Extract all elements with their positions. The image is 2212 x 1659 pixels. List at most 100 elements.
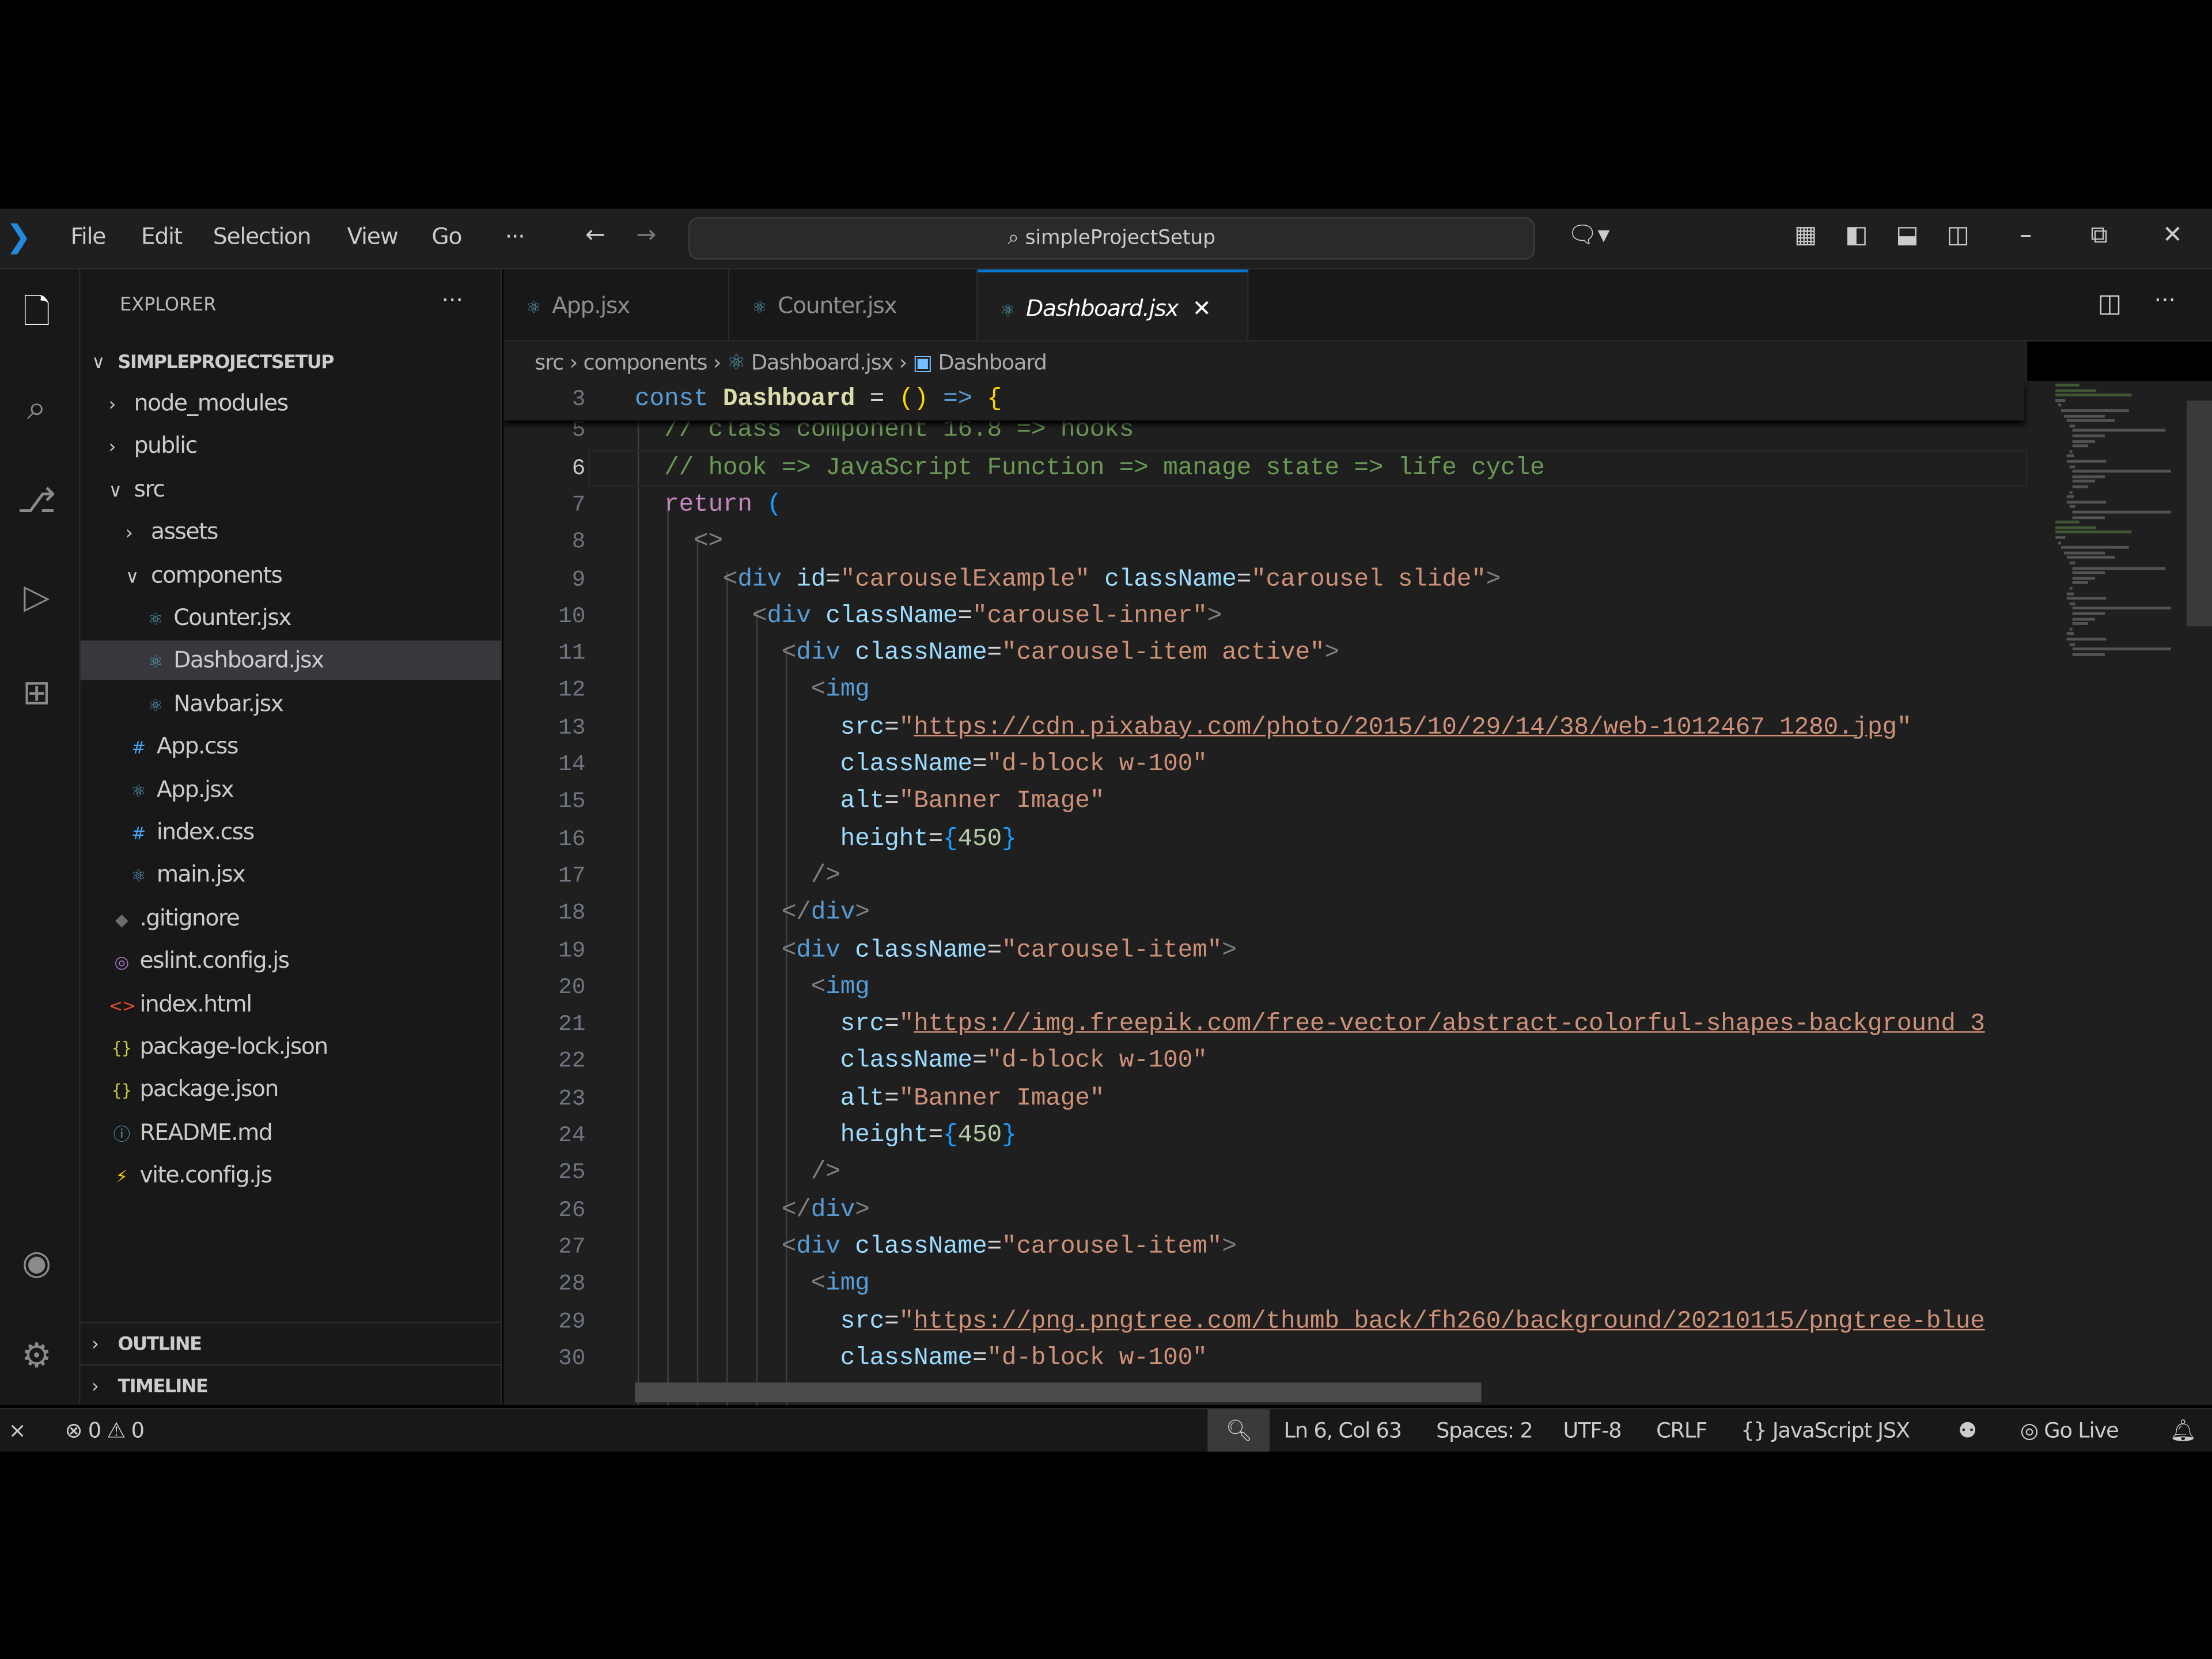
file-item[interactable]: ⚛ App.jsx	[81, 770, 501, 809]
forward-arrow-icon[interactable]: →	[632, 221, 660, 249]
explorer-icon[interactable]: 🗋	[12, 286, 62, 337]
menu-file[interactable]: File	[70, 223, 106, 250]
vertical-scrollbar[interactable]	[2186, 400, 2212, 627]
outline-section[interactable]: › OUTLINE	[80, 1321, 501, 1363]
file-item[interactable]: ⚡ vite.config.js	[81, 1156, 501, 1195]
split-editor-icon[interactable]: ◫	[2098, 289, 2122, 319]
account-icon[interactable]: ◉	[12, 1237, 62, 1288]
settings-gear-icon[interactable]: ⚙	[12, 1330, 62, 1381]
code-token: "carousel-inner"	[972, 602, 1207, 631]
minimap-line	[2072, 653, 2104, 656]
horizontal-scrollbar[interactable]	[635, 1382, 1482, 1403]
breadcrumb-item[interactable]: Dashboard	[938, 350, 1047, 375]
code-token: <	[810, 1270, 826, 1298]
breadcrumb: src › components › ⚛ Dashboard.jsx › ▣ D…	[503, 341, 2028, 381]
menu-more[interactable]: ···	[505, 223, 525, 250]
run-debug-icon[interactable]: ▷	[12, 571, 62, 622]
indentation[interactable]: Spaces: 2	[1436, 1410, 1533, 1452]
line-number: 22	[558, 1048, 586, 1074]
tab-dashboard-jsx[interactable]: ⚛ Dashboard.jsx ✕	[978, 269, 1249, 340]
folder-item[interactable]: › public	[81, 427, 501, 467]
file-item[interactable]: ⚛ Dashboard.jsx	[80, 641, 501, 681]
menu-go[interactable]: Go	[431, 223, 462, 250]
file-item[interactable]: ⚛ Navbar.jsx	[81, 684, 501, 724]
folder-item[interactable]: › node_modules	[81, 384, 501, 423]
toggle-secondary-sidebar-icon[interactable]: ◫	[1944, 221, 1972, 249]
file-item[interactable]: # index.css	[81, 813, 501, 853]
folder-item[interactable]: › assets	[81, 512, 501, 552]
file-item[interactable]: ◎ eslint.config.js	[81, 941, 501, 981]
minimap[interactable]	[2027, 381, 2187, 1405]
go-live-label: Go Live	[2044, 1418, 2119, 1444]
search-text: simpleProjectSetup	[1025, 227, 1216, 250]
file-item[interactable]: ⚛ Counter.jsx	[81, 598, 501, 638]
file-item[interactable]: ⚛ main.jsx	[81, 855, 501, 895]
tab-app-jsx[interactable]: ⚛ App.jsx	[503, 269, 730, 340]
code-token: >	[1486, 565, 1501, 593]
code-token: className	[855, 639, 987, 668]
code-token[interactable]: https://png.pngtree.com/thumb_back/fh260…	[914, 1307, 1985, 1335]
back-arrow-icon[interactable]: ←	[581, 221, 609, 249]
customize-layout-icon[interactable]: ▦	[1791, 221, 1820, 249]
minimize-icon[interactable]: –	[2012, 221, 2040, 249]
file-item[interactable]: {} package-lock.json	[81, 1027, 501, 1067]
code-token: "carousel-item"	[1001, 1233, 1222, 1262]
line-ending[interactable]: CRLF	[1656, 1410, 1707, 1452]
toggle-panel-icon[interactable]: ⬓	[1893, 221, 1922, 249]
code-token: =	[855, 385, 899, 414]
code-token: "	[899, 1010, 914, 1039]
code-token: alt	[840, 1084, 885, 1113]
minimap-line	[2066, 454, 2074, 458]
language-mode[interactable]: {} JavaScript JSX	[1741, 1410, 1910, 1452]
cursor-position[interactable]: Ln 6, Col 63	[1284, 1410, 1402, 1452]
file-item[interactable]: <> index.html	[81, 984, 501, 1024]
breadcrumb-item[interactable]: components	[584, 350, 708, 375]
notifications-bell-icon[interactable]: 🔔︎	[2170, 1410, 2197, 1452]
zoom-icon[interactable]: 🔍︎	[1207, 1409, 1270, 1452]
breadcrumb-item[interactable]: Dashboard.jsx	[751, 350, 893, 375]
remote-icon[interactable]: ⨯	[9, 1410, 26, 1452]
command-center-search[interactable]: ⌕ simpleProjectSetup	[688, 217, 1535, 260]
close-tab-icon[interactable]: ✕	[1192, 295, 1211, 322]
minimap-line	[2066, 500, 2107, 503]
folder-item[interactable]: ∨ src	[81, 469, 501, 509]
copilot-icon[interactable]: ⚉	[1958, 1410, 1977, 1452]
menu-view[interactable]: View	[347, 223, 398, 250]
close-window-icon[interactable]: ✕	[2158, 221, 2187, 249]
tree-item-label: .gitignore	[139, 904, 240, 931]
encoding[interactable]: UTF-8	[1563, 1410, 1622, 1452]
minimap-line	[2066, 419, 2115, 422]
restore-icon[interactable]: ⧉	[2085, 221, 2113, 249]
sticky-scroll-header[interactable]: 3 const Dashboard = () => {	[503, 381, 2025, 421]
file-item[interactable]: ⓘ README.md	[81, 1113, 501, 1153]
line-number: 25	[558, 1160, 586, 1185]
minimap-line	[2069, 490, 2073, 494]
source-control-icon[interactable]: ⎇	[12, 475, 62, 526]
code-token[interactable]: https://img.freepik.com/free-vector/abst…	[914, 1010, 1985, 1039]
search-icon[interactable]: ⌕	[12, 382, 62, 433]
code-token: =	[825, 565, 840, 593]
folder-item[interactable]: ∨ components	[81, 555, 501, 595]
code-editor[interactable]: 3const Dashboard = () => { 4 // state ma…	[503, 381, 2212, 1406]
more-actions-icon[interactable]: ···	[2154, 286, 2176, 313]
tab-counter-jsx[interactable]: ⚛ Counter.jsx	[729, 269, 978, 340]
extensions-icon[interactable]: ⊞	[12, 667, 62, 718]
toggle-sidebar-icon[interactable]: ◧	[1842, 221, 1870, 249]
code-line: className="d-block w-100"	[635, 1340, 1207, 1377]
more-actions-icon[interactable]: ···	[442, 286, 463, 313]
file-item[interactable]: {} package.json	[81, 1070, 501, 1109]
timeline-section[interactable]: › TIMELINE	[80, 1364, 501, 1405]
explorer-root-folder[interactable]: ∨ SIMPLEPROJECTSETUP	[81, 342, 501, 381]
breadcrumb-item[interactable]: src	[535, 350, 564, 375]
go-live-button[interactable]: ◎ Go Live	[2020, 1410, 2119, 1452]
code-line: <img	[635, 672, 870, 709]
menu-edit[interactable]: Edit	[141, 223, 183, 250]
code-token: />	[810, 862, 840, 891]
minimap-line	[2072, 612, 2104, 615]
copilot-chat-icon[interactable]: 🗨▾	[1560, 221, 1617, 249]
menu-selection[interactable]: Selection	[213, 223, 312, 250]
code-token[interactable]: https://cdn.pixabay.com/photo/2015/10/29…	[914, 713, 1897, 741]
problems-indicator[interactable]: ⊗ 0 ⚠ 0	[65, 1410, 145, 1452]
file-item[interactable]: # App.css	[81, 727, 501, 767]
file-item[interactable]: ◆ .gitignore	[81, 899, 501, 938]
